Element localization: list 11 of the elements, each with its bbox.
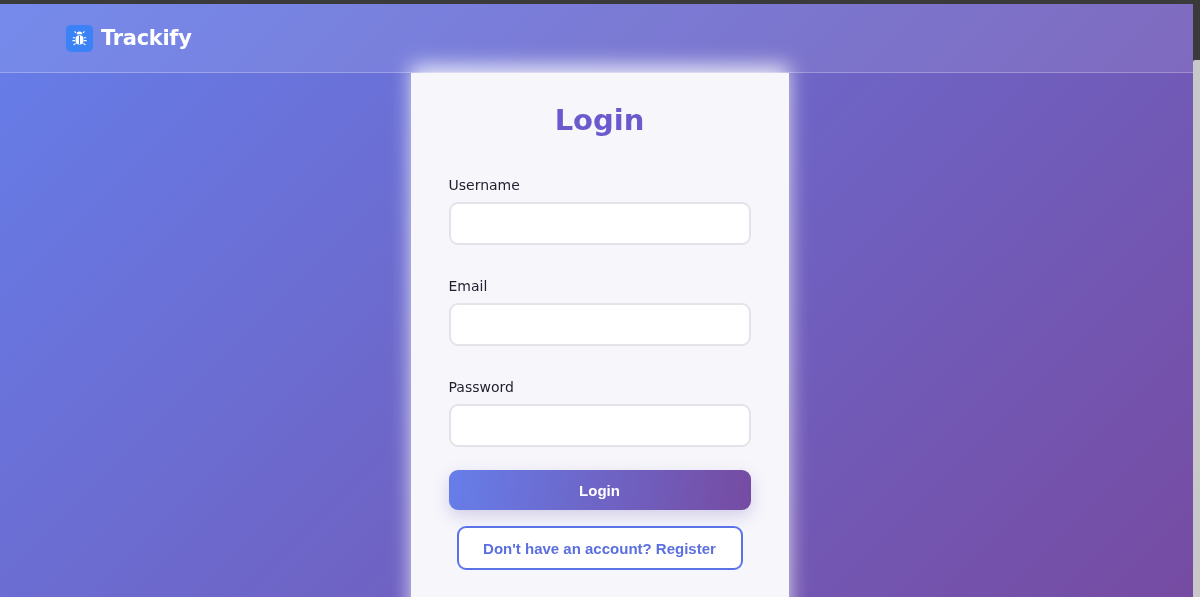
login-button[interactable]: Login (448, 470, 751, 510)
bug-icon (66, 24, 93, 52)
register-button[interactable]: Don't have an account? Register (456, 526, 743, 570)
field-label: Password (448, 379, 514, 395)
brand-name: Trackify (101, 26, 192, 50)
input-field[interactable] (448, 202, 751, 245)
input-field[interactable] (448, 303, 751, 346)
field-label: Email (448, 278, 488, 294)
login-title: Login (553, 103, 646, 137)
field-label: Username (448, 177, 520, 193)
input-field[interactable] (448, 404, 751, 447)
